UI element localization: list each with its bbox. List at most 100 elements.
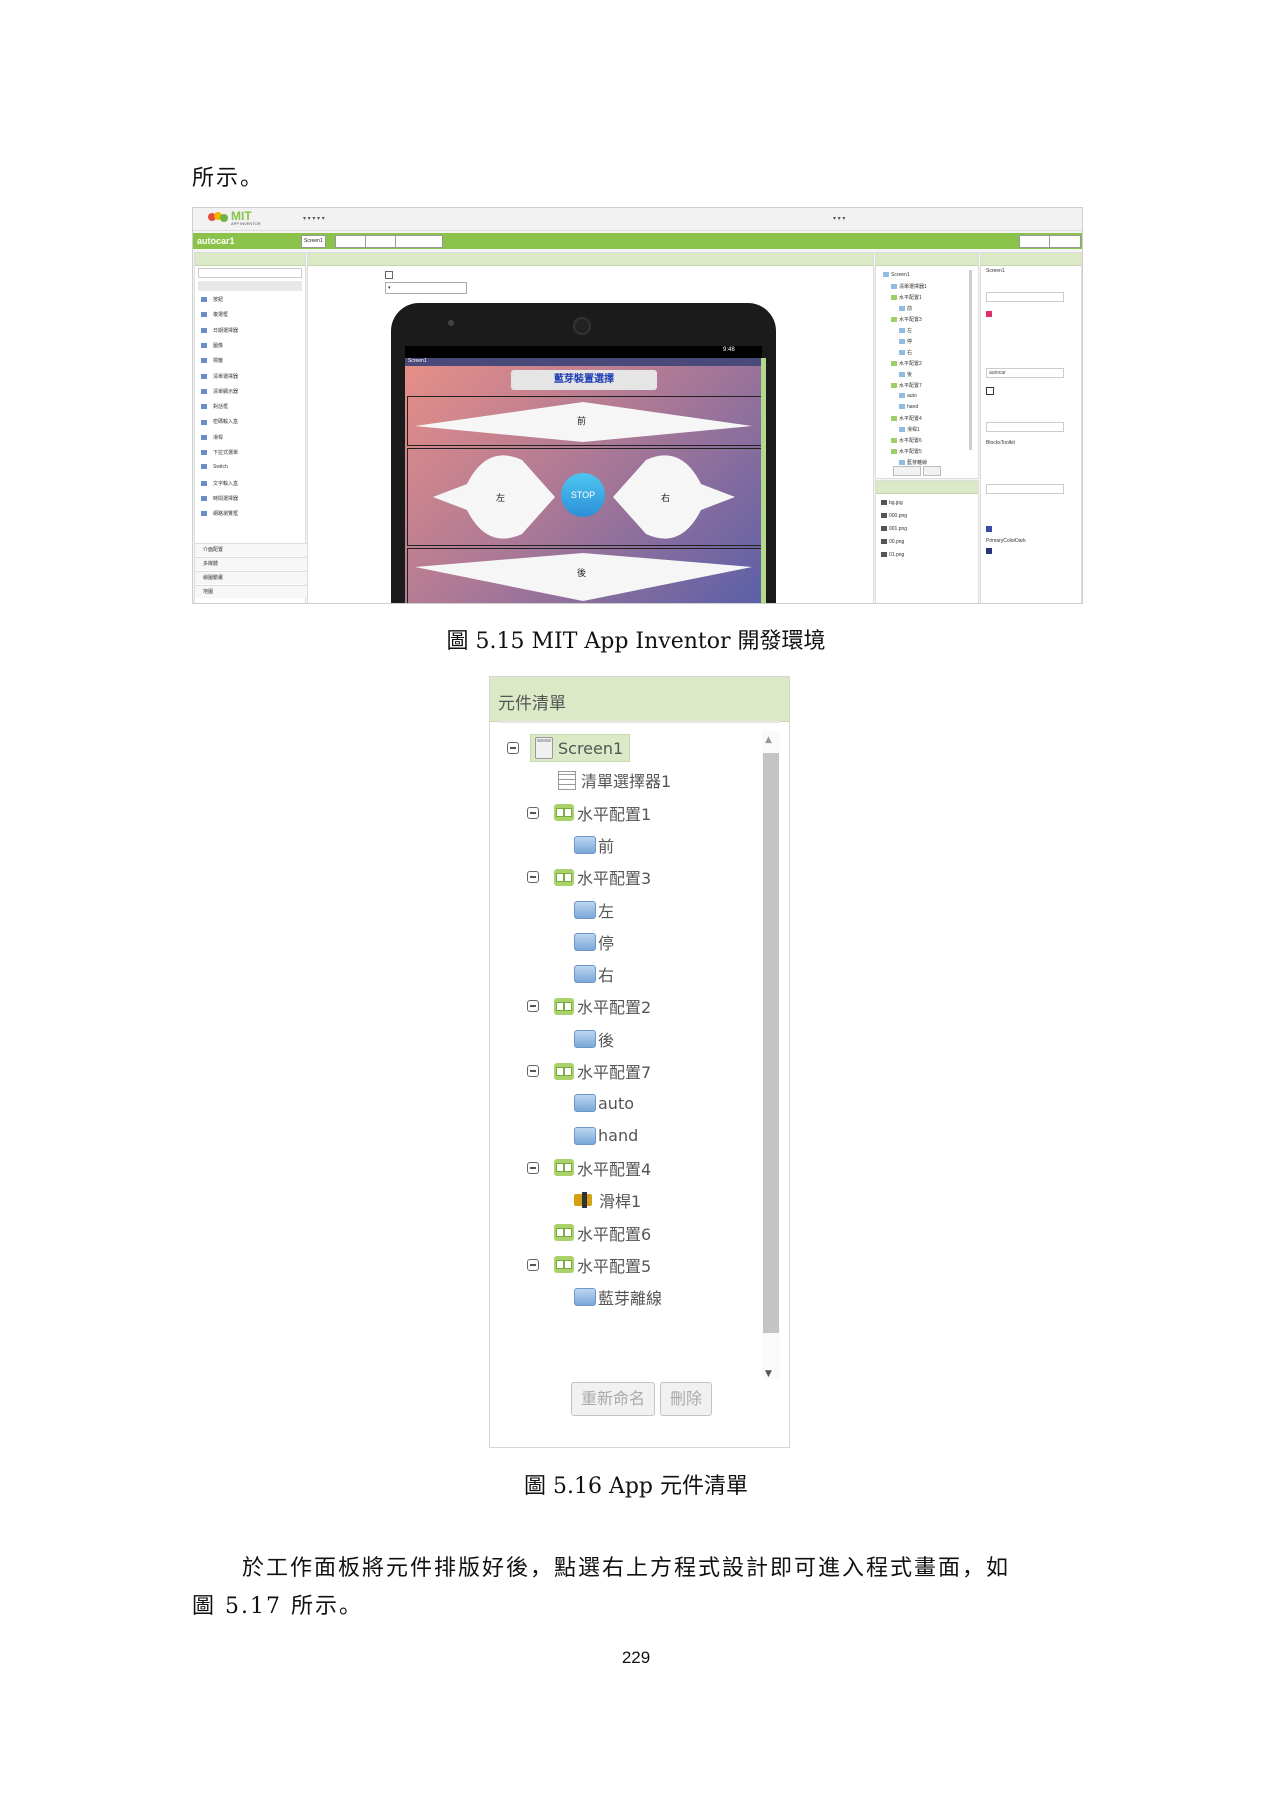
palette-cat[interactable]: 繪圖動畫 (195, 571, 311, 584)
prop-bg-image[interactable] (986, 422, 1064, 432)
ide-tree-node[interactable]: 藍芽離線 (899, 459, 927, 466)
tree-node[interactable]: 滑桿1 (574, 1187, 641, 1213)
scroll-down-icon[interactable]: ▼ (765, 1369, 772, 1379)
add-screen-button[interactable] (335, 235, 367, 248)
search-components-input[interactable] (198, 268, 302, 278)
prop-dark-color[interactable] (986, 548, 992, 554)
tree-node[interactable]: 水平配置5 (554, 1252, 651, 1278)
ide-tree-node[interactable]: 水平配置4 (891, 415, 922, 422)
tree-node[interactable]: auto (574, 1090, 634, 1116)
remove-screen-button[interactable] (365, 235, 397, 248)
palette-item[interactable]: 複選框 (201, 311, 228, 318)
collapse-icon[interactable] (527, 1258, 539, 1271)
tree-node[interactable]: 前 (574, 832, 614, 858)
scroll-up-icon[interactable]: ▲ (765, 735, 772, 745)
ide-tree-node[interactable]: 水平配置1 (891, 294, 922, 301)
tree-node[interactable]: 左 (574, 897, 614, 923)
ide-tree-node[interactable]: Screen1 (883, 272, 910, 278)
prop-about-box[interactable] (986, 292, 1064, 302)
prop-primary-color[interactable] (986, 526, 992, 532)
rename-button[interactable]: 重新命名 (571, 1382, 655, 1416)
ide-tree-node[interactable]: 水平配置6 (891, 437, 922, 444)
palette-item[interactable]: 密碼輸入盒 (201, 418, 238, 425)
tree-node[interactable]: 停 (574, 929, 614, 955)
tablet-size-checkbox[interactable] (385, 271, 393, 279)
ide-tree-node[interactable]: 滑桿1 (899, 426, 920, 433)
ide-tree-node[interactable]: 右 (899, 349, 912, 356)
collapse-icon[interactable] (527, 1065, 539, 1077)
tree-node[interactable]: Screen1 (530, 734, 631, 762)
ide-tree-node[interactable]: 前 (899, 305, 912, 312)
stop-button[interactable]: STOP (561, 473, 605, 517)
bluetooth-select-button[interactable]: 藍芽裝置選擇 (511, 370, 657, 390)
prop-appname-box[interactable]: autocar (986, 368, 1064, 378)
palette-category-ui[interactable] (198, 281, 302, 291)
tree-node[interactable]: 水平配置1 (554, 800, 651, 826)
media-item[interactable]: 01.png (881, 552, 904, 558)
palette-item[interactable]: Switch (201, 464, 228, 470)
palette-item[interactable]: 滑桿 (201, 434, 223, 441)
delete-button[interactable]: 刪除 (660, 1382, 712, 1416)
ide-tree-node[interactable]: 水平配置5 (891, 448, 922, 455)
ide-tree-node[interactable]: 水平配置7 (891, 382, 922, 389)
tree-node[interactable]: 後 (574, 1026, 614, 1052)
tree-node[interactable]: hand (574, 1123, 638, 1149)
palette-item[interactable]: 下拉式選單 (201, 449, 238, 456)
palette-item[interactable]: 時間選擇器 (201, 495, 238, 502)
tree-node[interactable]: 水平配置7 (554, 1058, 651, 1084)
selected-screen-node[interactable]: Screen1 (530, 734, 631, 762)
ide-tree-node[interactable]: 左 (899, 327, 912, 334)
palette-item[interactable]: 對話框 (201, 403, 228, 410)
prop-color-swatch-2[interactable] (986, 387, 994, 395)
screen-select[interactable]: Screen1 (301, 235, 326, 248)
menu-project[interactable]: ▾ ▾ ▾ ▾ ▾ (303, 215, 325, 222)
palette-cat[interactable]: 地圖 (195, 585, 311, 598)
tree-node[interactable]: 水平配置6 (554, 1220, 651, 1246)
screen-scrollbar[interactable] (761, 358, 766, 603)
tree-node[interactable]: 右 (574, 961, 614, 987)
collapse-icon[interactable] (527, 1161, 539, 1174)
right-arrow-icon[interactable] (611, 454, 741, 540)
gallery-button[interactable] (395, 235, 443, 248)
ide-tree-node[interactable]: 水平配置3 (891, 316, 922, 323)
palette-item[interactable]: 文字輸入盒 (201, 480, 238, 487)
collapse-icon[interactable] (507, 742, 519, 754)
ide-tree-node[interactable]: 停 (899, 338, 912, 345)
media-item[interactable]: 000.png (881, 513, 907, 519)
collapse-icon[interactable] (527, 1000, 539, 1013)
ide-tree-node[interactable]: auto (899, 393, 917, 399)
blocks-button[interactable] (1049, 235, 1081, 248)
ide-tree-node[interactable]: 後 (899, 371, 912, 378)
tree-node[interactable]: 水平配置2 (554, 993, 651, 1019)
monitor-size-select[interactable]: ▾ (385, 282, 467, 294)
designer-button[interactable] (1019, 235, 1051, 248)
tree-node[interactable]: 清單選擇器1 (558, 767, 671, 793)
tree-node[interactable]: 水平配置3 (554, 864, 651, 890)
prop-color-swatch[interactable] (986, 311, 992, 317)
ide-tree-node[interactable]: 清單選擇器1 (891, 283, 927, 290)
rename-button-small[interactable] (893, 466, 921, 476)
palette-item[interactable]: 日期選擇器 (201, 327, 238, 334)
ide-tree-node[interactable]: hand (899, 404, 918, 410)
tree-node[interactable]: 水平配置4 (554, 1155, 651, 1181)
prop-icon-box[interactable] (986, 484, 1064, 494)
palette-item[interactable]: 清單顯示器 (201, 388, 238, 395)
tree-scrollbar-thumb[interactable] (763, 753, 779, 1333)
menu-right[interactable]: ▾ ▾ ▾ (833, 215, 845, 222)
ide-tree-node[interactable]: 水平配置2 (891, 360, 922, 367)
palette-item[interactable]: 標籤 (201, 357, 223, 364)
components-scrollbar[interactable] (969, 270, 972, 450)
collapse-icon[interactable] (527, 871, 539, 884)
palette-item[interactable]: 圖像 (201, 342, 223, 349)
palette-item[interactable]: 清單選擇器 (201, 373, 238, 380)
palette-item[interactable]: 網路瀏覽框 (201, 510, 238, 517)
left-arrow-icon[interactable] (427, 454, 557, 540)
media-item[interactable]: bg.jpg (881, 500, 903, 506)
tree-node[interactable]: 藍芽離線 (574, 1284, 662, 1310)
palette-item[interactable]: 按鈕 (201, 296, 223, 303)
palette-cat[interactable]: 介面配置 (195, 543, 311, 556)
media-item[interactable]: 001.png (881, 526, 907, 532)
delete-button-small[interactable] (923, 466, 941, 476)
collapse-icon[interactable] (527, 806, 539, 819)
media-item[interactable]: 00.png (881, 539, 904, 545)
